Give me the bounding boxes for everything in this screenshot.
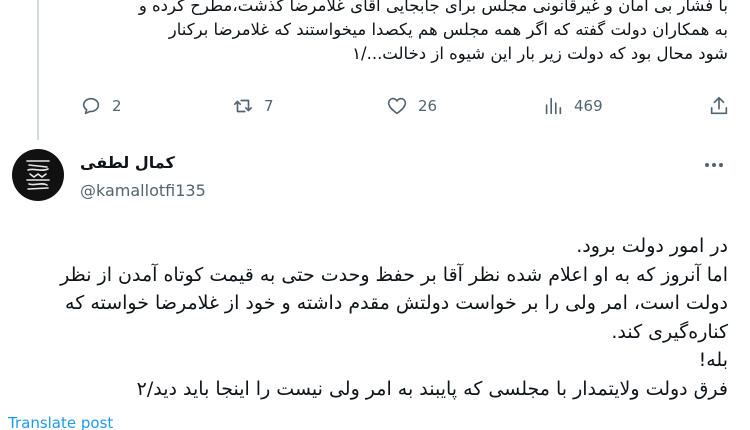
tweet-line: کناره‌گیری کند. bbox=[611, 320, 728, 343]
tweet-text: در امور دولت برود. اما آنروز که به او اع… bbox=[16, 232, 728, 403]
avatar[interactable] bbox=[12, 149, 64, 201]
more-dot-icon bbox=[719, 163, 723, 167]
more-dot-icon bbox=[705, 163, 709, 167]
user-handle[interactable]: @kamallotfi135 bbox=[80, 181, 206, 200]
tweet-line: اما آنروز که به او اعلام شده نظر آقا بر … bbox=[60, 263, 728, 286]
retweet-button[interactable]: 7 bbox=[232, 95, 274, 117]
heart-icon bbox=[387, 97, 407, 115]
display-name[interactable]: کمال لطفی bbox=[80, 153, 175, 172]
views-chart-icon bbox=[545, 97, 562, 115]
tweet-line: در امور دولت برود. bbox=[576, 235, 728, 257]
share-button[interactable] bbox=[708, 95, 730, 117]
tweet-line: دولت است، امر ولی را بر خواست دولتش مقدم… bbox=[65, 292, 728, 314]
previous-tweet[interactable]: با فشار بی امان و غیرقانونی مجلس برای جا… bbox=[0, 0, 750, 140]
calligraphy-avatar-icon bbox=[24, 157, 52, 193]
previous-tweet-line: با فشار بی امان و غیرقانونی مجلس برای جا… bbox=[138, 0, 728, 15]
previous-tweet-action-bar: 2 7 26 469 bbox=[0, 95, 750, 121]
reply-icon bbox=[82, 97, 100, 115]
previous-tweet-line: به همکاران دولت گفته که اگر همه مجلس هم … bbox=[168, 20, 728, 39]
retweet-icon bbox=[233, 99, 253, 113]
like-button[interactable]: 26 bbox=[386, 95, 437, 117]
like-count: 26 bbox=[418, 97, 438, 115]
tweet-header: کمال لطفی @kamallotfi135 bbox=[0, 145, 750, 215]
tweet-line: فرق دولت ولایتمدار با مجلسی که پایبند به… bbox=[136, 377, 728, 400]
reply-button[interactable]: 2 bbox=[80, 95, 122, 117]
more-options-button[interactable] bbox=[702, 155, 726, 175]
previous-tweet-text: با فشار بی امان و غیرقانونی مجلس برای جا… bbox=[70, 0, 728, 66]
view-count: 469 bbox=[574, 97, 603, 115]
more-dot-icon bbox=[712, 163, 716, 167]
share-icon bbox=[710, 96, 728, 115]
previous-tweet-line: شود محال بود که دولت زیر بار این شیوه از… bbox=[352, 44, 728, 63]
translate-post-link[interactable]: Translate post bbox=[8, 414, 113, 430]
reply-count: 2 bbox=[112, 97, 122, 115]
tweet-line: بله! bbox=[698, 349, 728, 371]
retweet-count: 7 bbox=[264, 97, 274, 115]
views-button[interactable]: 469 bbox=[542, 95, 603, 117]
